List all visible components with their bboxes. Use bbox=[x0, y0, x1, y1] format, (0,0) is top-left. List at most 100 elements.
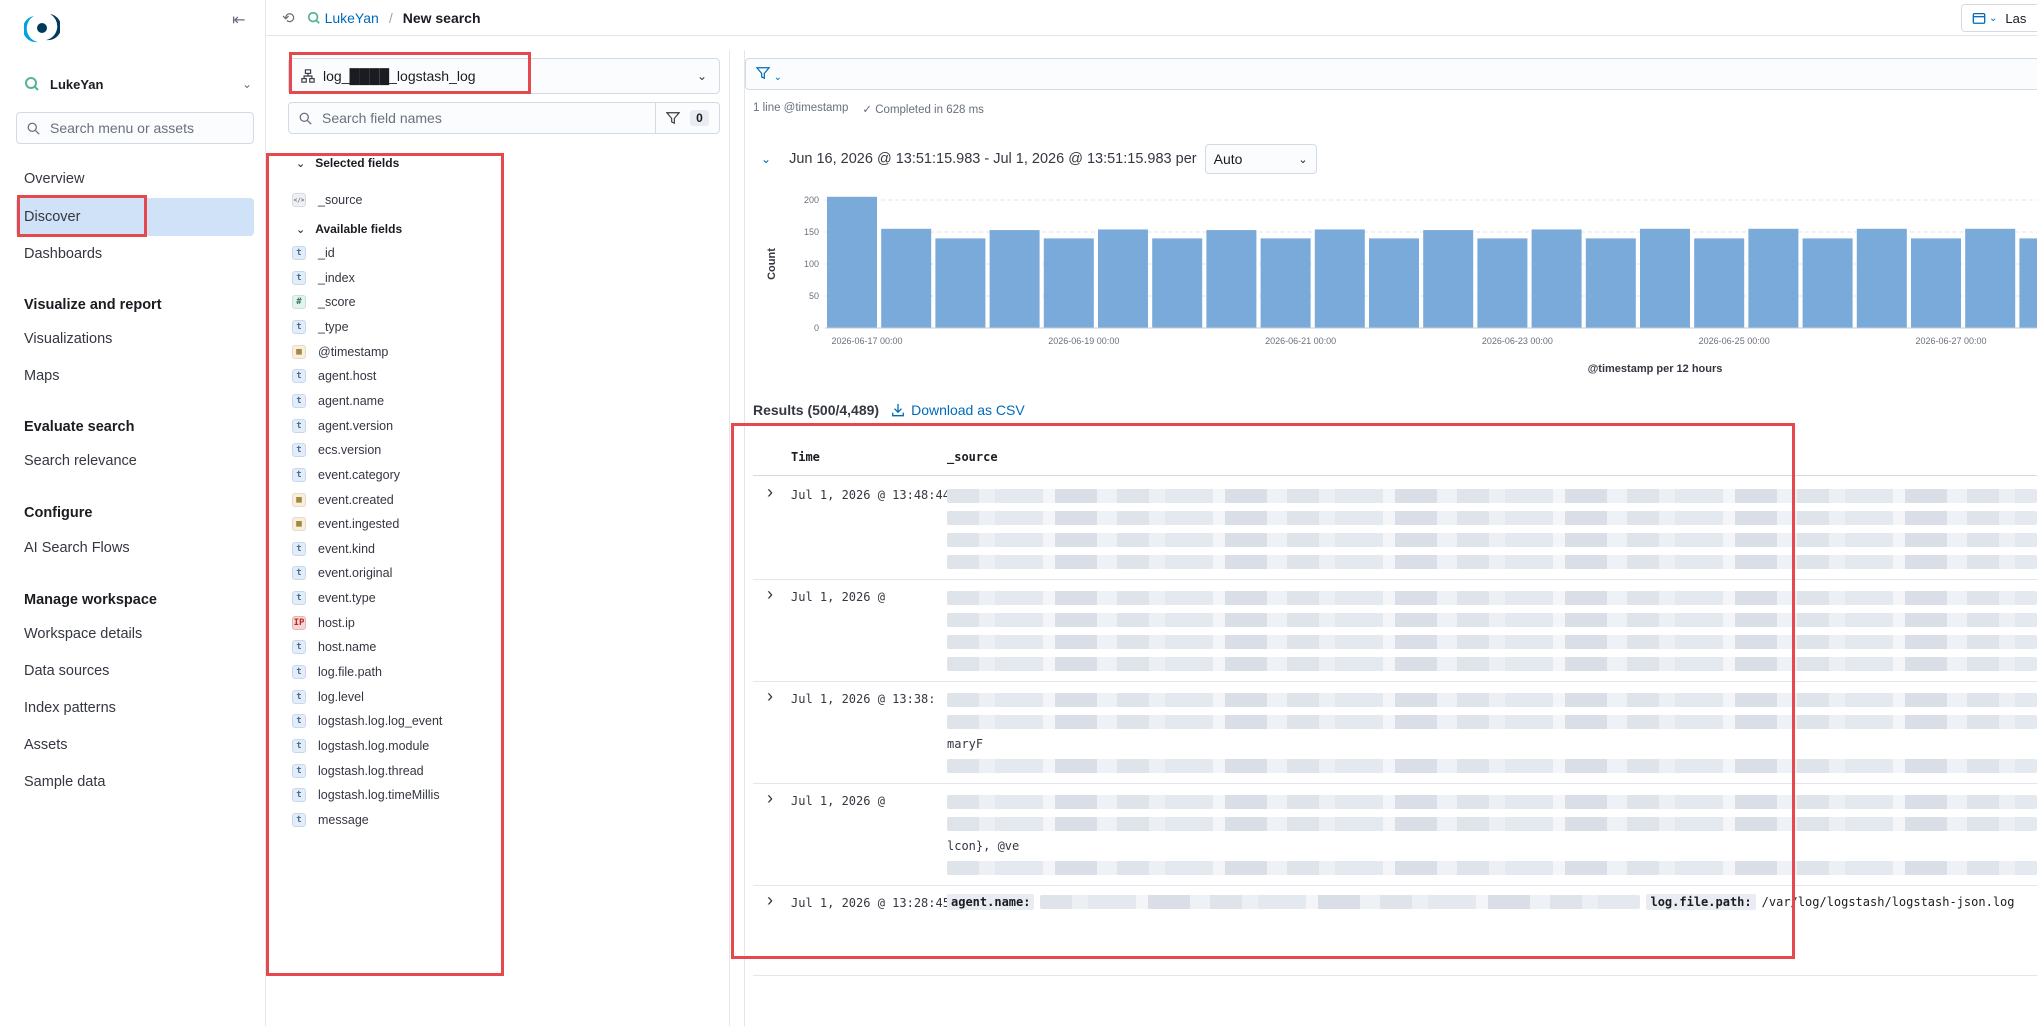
y-tick-label: 150 bbox=[804, 227, 819, 237]
filter-menu-button[interactable]: ⌄ bbox=[755, 66, 782, 83]
histogram-bar bbox=[827, 196, 877, 328]
nav-item-assets[interactable]: Assets bbox=[24, 735, 68, 755]
column-header-source[interactable]: _source bbox=[947, 450, 998, 464]
field-item[interactable]: ▦ @timestamp bbox=[292, 340, 388, 364]
expand-row-icon[interactable]: › bbox=[767, 584, 773, 605]
field-type-icon: t bbox=[292, 788, 306, 803]
row-source-fragment: lcon}, @ve bbox=[947, 839, 1020, 853]
field-name: _id bbox=[318, 246, 335, 260]
expand-row-icon[interactable]: › bbox=[767, 482, 773, 503]
field-item[interactable]: ▦ event.ingested bbox=[292, 512, 399, 536]
chevron-down-icon[interactable]: ⌄ bbox=[761, 152, 771, 166]
redacted-text bbox=[947, 533, 2037, 547]
query-hits-label: 1 line @timestamp bbox=[753, 102, 849, 114]
nav-item-data-sources[interactable]: Data sources bbox=[24, 661, 109, 681]
field-item[interactable]: t event.category bbox=[292, 463, 400, 487]
field-item[interactable]: t agent.name bbox=[292, 389, 384, 413]
nav-search-placeholder: Search menu or assets bbox=[50, 120, 194, 136]
field-type-icon: t bbox=[292, 689, 306, 704]
field-item[interactable]: t logstash.log.module bbox=[292, 734, 429, 758]
field-item[interactable]: t log.file.path bbox=[292, 660, 382, 684]
field-type-icon: t bbox=[292, 763, 306, 778]
field-item[interactable]: # _score bbox=[292, 290, 356, 314]
nav-item-ai-search-flows[interactable]: AI Search Flows bbox=[24, 538, 130, 558]
nav-item-discover[interactable]: Discover bbox=[24, 207, 80, 227]
field-filter-button[interactable]: 0 bbox=[655, 103, 719, 133]
field-item[interactable]: t message bbox=[292, 808, 369, 832]
field-item[interactable]: t logstash.log.thread bbox=[292, 759, 424, 783]
field-type-icon: ▦ bbox=[292, 492, 306, 507]
index-pattern-select[interactable]: log_████_logstash_log ⌄ bbox=[288, 58, 720, 94]
nav-item-visualizations[interactable]: Visualizations bbox=[24, 329, 112, 349]
row-source: lcon}, @ve bbox=[947, 792, 2037, 883]
redacted-text bbox=[947, 795, 2037, 809]
query-bar[interactable]: ⌄ bbox=[745, 58, 2037, 90]
expand-row-icon[interactable]: › bbox=[767, 686, 773, 707]
selected-fields-header[interactable]: ⌄ Selected fields bbox=[296, 156, 399, 170]
nav-item-maps[interactable]: Maps bbox=[24, 366, 59, 386]
field-item[interactable]: </> _source bbox=[292, 188, 362, 212]
histogram-bar bbox=[1531, 229, 1582, 328]
results-header: Results (500/4,489) Download as CSV bbox=[753, 402, 1025, 418]
interval-select[interactable]: Auto ⌄ bbox=[1204, 144, 1317, 174]
breadcrumb-workspace[interactable]: LukeYan bbox=[307, 10, 379, 26]
nav-group-visualize: Visualize and report bbox=[24, 297, 162, 313]
chevron-down-icon: ⌄ bbox=[296, 157, 306, 170]
workspace-switcher[interactable]: LukeYan ⌄ bbox=[24, 72, 252, 96]
search-icon bbox=[299, 112, 312, 125]
nav-item-search-relevance[interactable]: Search relevance bbox=[24, 451, 137, 471]
nav-item-sample-data[interactable]: Sample data bbox=[24, 772, 105, 792]
app-logo-icon[interactable] bbox=[24, 10, 60, 46]
field-name: event.ingested bbox=[318, 517, 400, 532]
field-item[interactable]: t event.type bbox=[292, 586, 376, 610]
nav-item-index-patterns[interactable]: Index patterns bbox=[24, 698, 116, 718]
field-name: _source bbox=[318, 193, 363, 207]
collapse-nav-icon[interactable]: ⇤ bbox=[232, 10, 252, 29]
field-type-icon: t bbox=[292, 467, 306, 482]
histogram-bar bbox=[1152, 238, 1203, 328]
x-tick-label: 2026-06-19 00:00 bbox=[1048, 336, 1119, 346]
field-name: ecs.version bbox=[318, 443, 382, 458]
nav-search-input[interactable]: Search menu or assets bbox=[16, 112, 254, 144]
available-fields-header[interactable]: ⌄ Available fields bbox=[296, 222, 402, 236]
field-type-icon: t bbox=[292, 812, 306, 827]
field-type-icon: t bbox=[292, 246, 306, 260]
date-picker-button[interactable]: ⌄ Las bbox=[1961, 4, 2037, 32]
field-name: log.file.path bbox=[318, 665, 382, 680]
field-item[interactable]: t event.original bbox=[292, 561, 392, 585]
chevron-down-icon: ⌄ bbox=[696, 69, 707, 83]
field-item[interactable]: t agent.host bbox=[292, 364, 376, 388]
workspace-icon bbox=[307, 11, 320, 24]
field-item[interactable]: t logstash.log.timeMillis bbox=[292, 783, 440, 807]
redacted-text bbox=[947, 555, 2037, 569]
histogram-bar bbox=[1314, 229, 1365, 328]
nav-item-dashboards[interactable]: Dashboards bbox=[24, 244, 102, 264]
top-bar: ⟲ LukeYan / New search ⌄ Las bbox=[266, 0, 2037, 36]
field-item[interactable]: t agent.version bbox=[292, 414, 393, 438]
field-search-input[interactable]: Search field names 0 bbox=[288, 102, 720, 134]
index-pattern-label: log_████_logstash_log bbox=[323, 68, 476, 84]
download-csv-link[interactable]: Download as CSV bbox=[891, 402, 1025, 418]
field-item[interactable]: t _index bbox=[292, 266, 355, 290]
expand-row-icon[interactable]: › bbox=[767, 788, 773, 809]
field-item[interactable]: t event.kind bbox=[292, 537, 375, 561]
expand-row-icon[interactable]: › bbox=[767, 890, 773, 911]
column-header-time[interactable]: Time bbox=[791, 450, 820, 464]
field-item[interactable]: t _id bbox=[292, 241, 335, 265]
field-item[interactable]: ▦ event.created bbox=[292, 488, 394, 512]
field-type-icon: t bbox=[292, 443, 306, 458]
row-source: agent.name: log.file.path: /var/log/logsta… bbox=[947, 894, 2037, 910]
field-item[interactable]: t ecs.version bbox=[292, 438, 381, 462]
y-axis-label: Count bbox=[766, 248, 778, 280]
history-icon[interactable]: ⟲ bbox=[282, 9, 295, 27]
nav-item-workspace-details[interactable]: Workspace details bbox=[24, 624, 142, 644]
field-item[interactable]: t _type bbox=[292, 315, 349, 339]
field-name: agent.version bbox=[318, 418, 394, 433]
field-type-icon: t bbox=[292, 640, 306, 655]
nav-item-overview[interactable]: Overview bbox=[24, 169, 84, 189]
field-item[interactable]: t logstash.log.log_event bbox=[292, 709, 442, 733]
field-item[interactable]: IP host.ip bbox=[292, 611, 355, 635]
field-name: logstash.log.timeMillis bbox=[318, 788, 440, 803]
field-item[interactable]: t host.name bbox=[292, 635, 376, 659]
field-item[interactable]: t log.level bbox=[292, 685, 364, 709]
